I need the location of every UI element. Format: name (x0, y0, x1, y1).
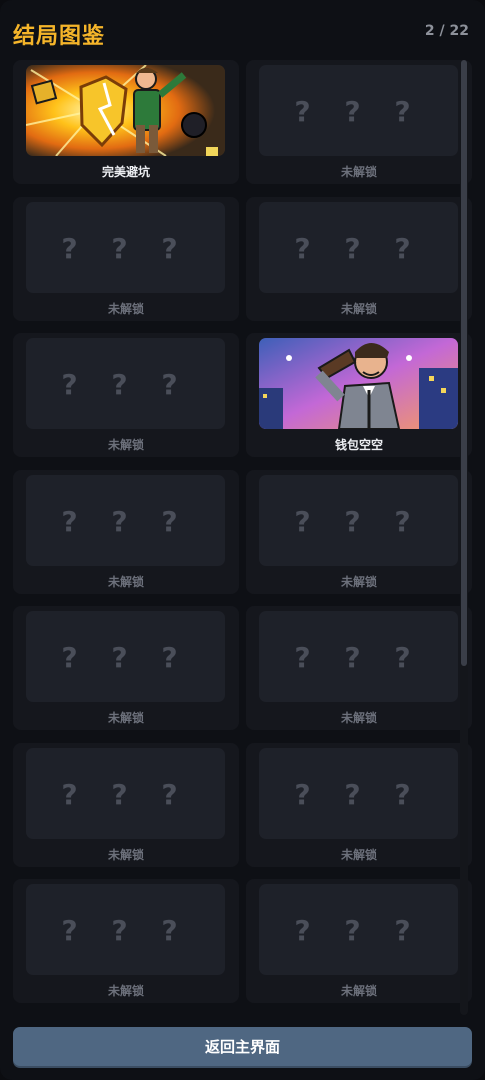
ending-label: 未解锁 (340, 301, 377, 316)
ending-label: 未解锁 (340, 574, 377, 589)
question-marks-icon: ? ? ? (61, 914, 190, 947)
locked-thumbnail: ? ? ? (259, 474, 458, 566)
ending-label: 完美避坑 (101, 165, 150, 179)
question-marks-icon: ? ? ? (294, 504, 423, 538)
ending-card-locked[interactable]: ? ? ? 未解锁 (13, 469, 239, 594)
question-marks-icon: ? ? ? (294, 641, 423, 674)
locked-thumbnail: ? ? ? (259, 747, 458, 839)
ending-label: 未解锁 (107, 574, 144, 589)
locked-thumbnail: ? ? ? (259, 65, 458, 156)
ending-label: 未解锁 (107, 847, 144, 862)
question-marks-icon: ? ? ? (61, 641, 190, 674)
locked-thumbnail: ? ? ? (26, 201, 225, 293)
ending-label: 未解锁 (340, 984, 377, 998)
ending-card-locked[interactable]: ? ? ? 未解锁 (13, 196, 239, 321)
ending-label: 未解锁 (107, 984, 144, 998)
question-marks-icon: ? ? ? (294, 914, 423, 947)
page-title: 结局图鉴 (13, 24, 106, 49)
ending-card-locked[interactable]: ? ? ? 未解锁 (246, 606, 472, 730)
ending-card-locked[interactable]: ? ? ? 未解锁 (246, 469, 472, 594)
ending-card-locked[interactable]: ? ? ? 未解锁 (13, 879, 239, 1003)
ending-card-locked[interactable]: ? ? ? 未解锁 (246, 196, 472, 321)
locked-thumbnail: ? ? ? (26, 747, 225, 839)
ending-label: 未解锁 (340, 711, 377, 725)
ending-artwork (26, 65, 225, 156)
ending-card-locked[interactable]: ? ? ? 未解锁 (13, 333, 239, 457)
scrollbar[interactable] (460, 60, 468, 1015)
locked-thumbnail: ? ? ? (26, 611, 225, 702)
header: 结局图鉴 2 / 22 (13, 18, 469, 50)
locked-thumbnail: ? ? ? (259, 884, 458, 975)
locked-thumbnail: ? ? ? (26, 338, 225, 429)
unlock-counter: 2 / 22 (424, 23, 469, 39)
ending-label: 未解锁 (107, 711, 144, 725)
locked-thumbnail: ? ? ? (259, 201, 458, 293)
question-marks-icon: ? ? ? (61, 231, 190, 265)
ending-label: 钱包空空 (334, 438, 383, 452)
ending-label: 未解锁 (340, 165, 377, 179)
locked-thumbnail: ? ? ? (26, 884, 225, 975)
question-marks-icon: ? ? ? (61, 368, 190, 401)
ending-card-unlocked[interactable]: 钱包空空 (246, 333, 472, 457)
locked-thumbnail: ? ? ? (26, 474, 225, 566)
question-marks-icon: ? ? ? (61, 777, 190, 811)
ending-card-locked[interactable]: ? ? ? 未解锁 (13, 606, 239, 730)
ending-grid[interactable]: 完美避坑 ? ? ? 未解锁 ? ? ? 未解锁 ? ? ? 未解锁 ? ? ? 未解锁 钱包空… (13, 60, 473, 1015)
ending-card-locked[interactable]: ? ? ? 未解锁 (246, 60, 472, 184)
ending-label: 未解锁 (107, 301, 144, 316)
ending-card-unlocked[interactable]: 完美避坑 (13, 60, 239, 184)
back-to-main-button[interactable]: 返回主界面 (13, 1027, 472, 1066)
scrollbar-thumb[interactable] (461, 60, 467, 666)
question-marks-icon: ? ? ? (294, 231, 423, 265)
ending-label: 未解锁 (340, 847, 377, 862)
question-marks-icon: ? ? ? (61, 504, 190, 538)
question-marks-icon: ? ? ? (294, 95, 423, 128)
ending-card-locked[interactable]: ? ? ? 未解锁 (246, 879, 472, 1003)
locked-thumbnail: ? ? ? (259, 611, 458, 702)
ending-gallery-panel: 结局图鉴 2 / 22 完美避坑 ? ? ? 未解锁 ? ? ? 未解锁 ? ? ? 未解锁… (0, 0, 485, 1080)
ending-card-locked[interactable]: ? ? ? 未解锁 (246, 742, 472, 867)
ending-card-locked[interactable]: ? ? ? 未解锁 (13, 742, 239, 867)
ending-label: 未解锁 (107, 438, 144, 452)
ending-artwork (259, 338, 458, 429)
question-marks-icon: ? ? ? (294, 777, 423, 811)
